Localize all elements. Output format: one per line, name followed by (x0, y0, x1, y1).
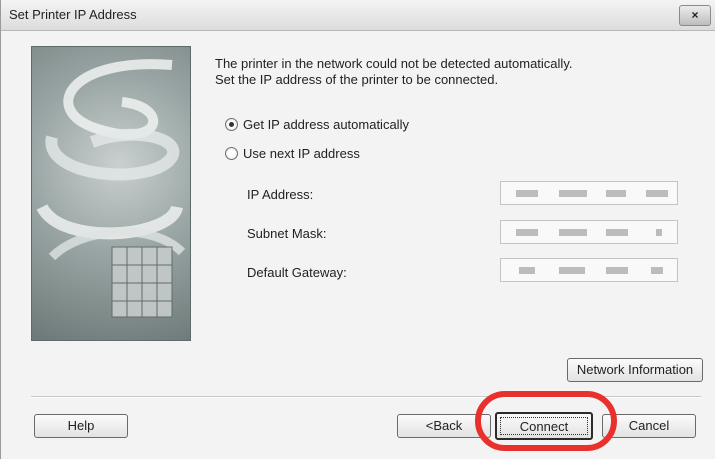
message-line-1: The printer in the network could not be … (215, 56, 573, 71)
network-information-button[interactable]: Network Information (567, 358, 703, 382)
default-gateway-field[interactable] (500, 258, 678, 282)
title-bar: Set Printer IP Address × (1, 0, 715, 31)
dialog-window: Set Printer IP Address × The printer in … (0, 0, 715, 459)
subnet-mask-label: Subnet Mask: (247, 226, 327, 241)
connect-highlight-circle (475, 391, 617, 451)
radio-label-manual: Use next IP address (243, 146, 360, 161)
window-title: Set Printer IP Address (9, 7, 137, 22)
printer-graphic (31, 46, 191, 341)
radio-unselected-icon[interactable] (225, 147, 238, 160)
subnet-mask-field[interactable] (500, 220, 678, 244)
radio-label-auto: Get IP address automatically (243, 117, 409, 132)
ip-address-field[interactable] (500, 181, 678, 205)
message-line-2: Set the IP address of the printer to be … (215, 72, 499, 87)
ink-spiral-icon (36, 59, 186, 318)
ip-address-label: IP Address: (247, 187, 314, 202)
network-information-label: Network Information (576, 362, 694, 377)
help-label: Help (67, 418, 95, 433)
radio-selected-icon[interactable] (225, 118, 238, 131)
info-message: The printer in the network could not be … (215, 56, 572, 88)
cancel-label: Cancel (628, 418, 670, 433)
close-button[interactable]: × (679, 5, 711, 26)
default-gateway-label: Default Gateway: (247, 265, 347, 280)
back-label: <Back (425, 418, 463, 433)
help-button[interactable]: Help (34, 414, 128, 438)
